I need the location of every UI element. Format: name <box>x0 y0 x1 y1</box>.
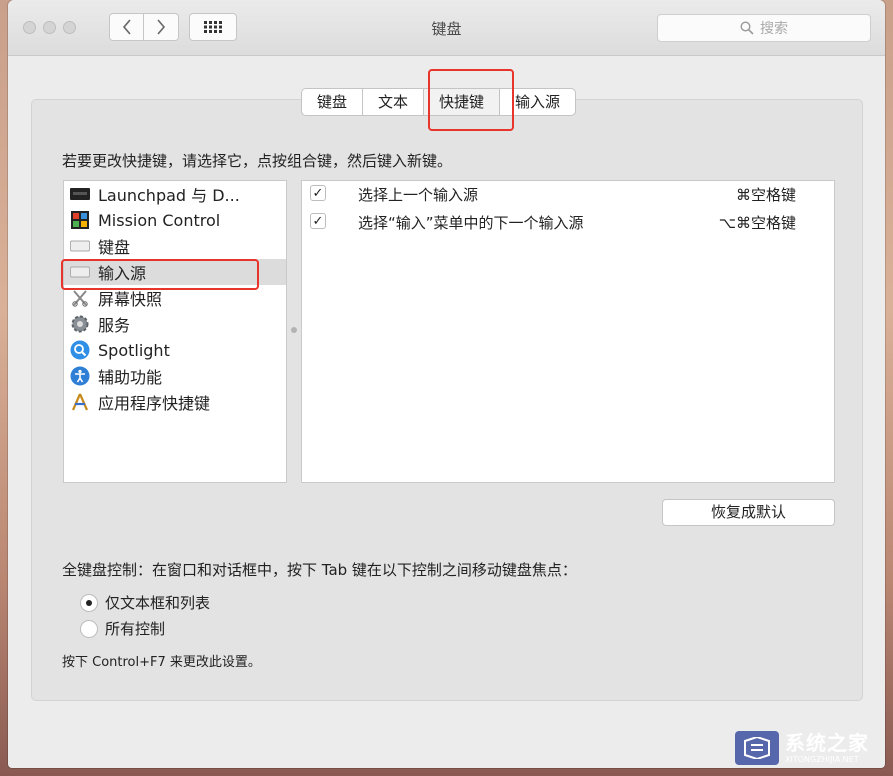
change-setting-note: 按下 Control+F7 来更改此设置。 <box>62 655 261 670</box>
restore-defaults-button[interactable]: 恢复成默认 <box>662 499 835 526</box>
category-label: Spotlight <box>98 340 170 360</box>
radio-all-controls[interactable]: 所有控制 <box>80 618 165 639</box>
tab-highlight-annotation <box>428 69 514 131</box>
app-shortcuts-icon <box>70 393 90 411</box>
category-label: 辅助功能 <box>98 368 163 387</box>
tab-keyboard[interactable]: 键盘 <box>302 89 364 115</box>
shortcut-keys[interactable]: ⌘空格键 <box>736 184 796 205</box>
shortcut-keys[interactable]: ⌥⌘空格键 <box>719 212 796 233</box>
category-item-accessibility[interactable]: 辅助功能 <box>64 363 286 389</box>
shortcut-checkbox[interactable]: ✓ <box>310 185 326 201</box>
category-label: 服务 <box>98 316 131 335</box>
radio-button[interactable] <box>80 593 98 612</box>
radio-label: 所有控制 <box>105 620 166 638</box>
category-label: 键盘 <box>98 238 131 257</box>
watermark-subtext: XITONGZHIJIA.NET <box>785 754 859 764</box>
radio-label: 仅文本框和列表 <box>105 594 211 612</box>
watermark-logo <box>735 731 779 765</box>
shortcut-row[interactable]: ✓ 选择上一个输入源 ⌘空格键 <box>302 181 834 208</box>
category-item-services[interactable]: 服务 <box>64 311 286 337</box>
category-label: Mission Control <box>98 210 221 230</box>
category-label: 应用程序快捷键 <box>98 394 211 413</box>
radio-button[interactable] <box>80 619 98 638</box>
checkmark-icon: ✓ <box>312 213 324 229</box>
category-item-launchpad[interactable]: Launchpad 与 D... <box>64 181 286 207</box>
accessibility-icon <box>70 366 90 386</box>
search-field[interactable]: 搜索 <box>657 14 871 42</box>
spotlight-icon <box>70 340 90 360</box>
category-item-mission-control[interactable]: Mission Control <box>64 207 286 233</box>
category-item-keyboard[interactable]: 键盘 <box>64 233 286 259</box>
mission-control-icon <box>70 211 90 229</box>
shortcut-name: 选择“输入”菜单中的下一个输入源 <box>358 214 584 232</box>
preferences-window: 键盘 搜索 键盘 文本 快捷键 输入源 若要更改快捷键，请选择它，点按组合键，然… <box>8 0 885 768</box>
shortcut-name: 选择上一个输入源 <box>358 186 479 204</box>
split-view-handle[interactable] <box>291 327 297 333</box>
launchpad-icon <box>70 185 90 203</box>
search-icon <box>740 21 754 35</box>
category-item-spotlight[interactable]: Spotlight <box>64 337 286 363</box>
search-placeholder: 搜索 <box>760 21 788 37</box>
category-label: Launchpad 与 D... <box>98 186 240 205</box>
category-item-app-shortcuts[interactable]: 应用程序快捷键 <box>64 389 286 415</box>
instruction-text: 若要更改快捷键，请选择它，点按组合键，然后键入新键。 <box>62 152 453 170</box>
screenshot-icon <box>70 289 90 307</box>
watermark: 系统之家 XITONGZHIJIA.NET <box>735 726 885 770</box>
full-keyboard-access-label: 全键盘控制：在窗口和对话框中，按下 Tab 键在以下控制之间移动键盘焦点： <box>62 561 577 579</box>
shortcut-row[interactable]: ✓ 选择“输入”菜单中的下一个输入源 ⌥⌘空格键 <box>302 209 834 236</box>
checkmark-icon: ✓ <box>312 185 324 201</box>
radio-text-boxes-and-lists[interactable]: 仅文本框和列表 <box>80 592 210 613</box>
keyboard-icon <box>70 237 90 255</box>
watermark-text: 系统之家 <box>785 730 869 755</box>
titlebar: 键盘 搜索 <box>8 0 885 56</box>
category-list: Launchpad 与 D... Mission Control 键盘 输入源 … <box>63 180 287 483</box>
gear-icon <box>70 315 90 333</box>
category-highlight-annotation <box>61 259 259 290</box>
shortcut-checkbox[interactable]: ✓ <box>310 213 326 229</box>
tab-text[interactable]: 文本 <box>363 89 425 115</box>
shortcut-table: ✓ 选择上一个输入源 ⌘空格键 ✓ 选择“输入”菜单中的下一个输入源 ⌥⌘空格键 <box>301 180 835 483</box>
